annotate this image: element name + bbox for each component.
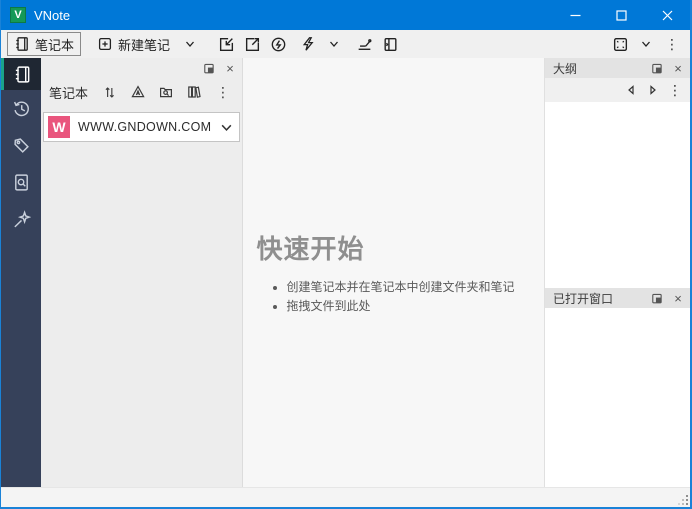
folder-search-icon[interactable] bbox=[155, 81, 177, 103]
manage-notebooks-icon[interactable] bbox=[183, 81, 205, 103]
tag-icon bbox=[12, 136, 31, 155]
notebook-icon bbox=[13, 65, 32, 84]
notebook-panel-header: × bbox=[41, 58, 242, 78]
window-title: VNote bbox=[34, 7, 71, 23]
task-icon[interactable] bbox=[352, 32, 376, 56]
nav-back-icon[interactable] bbox=[622, 81, 640, 99]
outline-content[interactable] bbox=[545, 102, 690, 288]
opened-windows-panel-title: 已打开窗口 bbox=[553, 291, 614, 306]
flash-page-dropdown-chevron-icon[interactable] bbox=[322, 32, 346, 56]
magic-wand-icon bbox=[12, 210, 31, 229]
export-icon[interactable] bbox=[240, 32, 264, 56]
float-panel-icon[interactable] bbox=[648, 290, 664, 306]
windows-dropdown-chevron-icon[interactable] bbox=[634, 32, 658, 56]
outline-panel-title: 大纲 bbox=[553, 61, 578, 76]
sidebar-item-snippets[interactable] bbox=[1, 201, 41, 238]
sidebar-item-tags[interactable] bbox=[1, 127, 41, 164]
notebook-toggle-button[interactable]: 笔记本 bbox=[7, 32, 82, 56]
nav-forward-icon[interactable] bbox=[644, 81, 662, 99]
notebook-tree-empty-area[interactable] bbox=[41, 142, 242, 487]
quick-start-item: 创建笔记本并在笔记本中创建文件夹和笔记 bbox=[287, 278, 531, 297]
vnote-window: V VNote 笔记本 新建笔记 ⋮ × 笔记本 ⋮ W WWW.GNDOWN.… bbox=[0, 0, 692, 509]
expand-view-icon[interactable] bbox=[608, 32, 632, 56]
vnote-logo-icon: V bbox=[10, 7, 26, 23]
new-note-dropdown-chevron-icon[interactable] bbox=[178, 32, 202, 56]
notebook-name: WWW.GNDOWN.COM bbox=[78, 120, 212, 134]
window-body: × 笔记本 ⋮ W WWW.GNDOWN.COM 快速开始 • 创建笔记本并在笔… bbox=[1, 58, 690, 487]
resize-grip[interactable] bbox=[677, 494, 689, 506]
side-panel-icon[interactable] bbox=[378, 32, 402, 56]
notebook-selector-chevron-icon bbox=[220, 121, 233, 134]
float-panel-icon[interactable] bbox=[648, 60, 664, 76]
close-panel-icon[interactable]: × bbox=[670, 290, 686, 306]
new-note-icon bbox=[97, 36, 113, 52]
outline-toolbar: ⋮ bbox=[545, 78, 690, 102]
notebook-panel-more-icon[interactable]: ⋮ bbox=[212, 81, 234, 103]
notebook-selector[interactable]: W WWW.GNDOWN.COM bbox=[43, 112, 240, 142]
close-button[interactable] bbox=[644, 0, 690, 30]
close-panel-icon[interactable]: × bbox=[222, 60, 238, 76]
maximize-button[interactable] bbox=[598, 0, 644, 30]
title-bar: V VNote bbox=[1, 0, 690, 30]
opened-windows-content[interactable] bbox=[545, 308, 690, 487]
new-note-button-label: 新建笔记 bbox=[118, 37, 171, 53]
opened-windows-panel-header: 已打开窗口 × bbox=[545, 288, 690, 308]
activity-bar bbox=[1, 58, 41, 487]
main-toolbar: 笔记本 新建笔记 ⋮ bbox=[1, 30, 690, 58]
scan-import-icon[interactable] bbox=[127, 81, 149, 103]
quick-start-list: 创建笔记本并在笔记本中创建文件夹和笔记 拖拽文件到此处 bbox=[257, 278, 531, 316]
status-bar bbox=[1, 487, 690, 507]
float-panel-icon[interactable] bbox=[200, 60, 216, 76]
more-menu-icon[interactable]: ⋮ bbox=[660, 32, 684, 56]
sidebar-item-search[interactable] bbox=[1, 164, 41, 201]
flash-page-icon[interactable] bbox=[296, 32, 320, 56]
right-dock-column: 大纲 × ⋮ 已打开窗口 × bbox=[544, 58, 690, 487]
quick-start-item: 拖拽文件到此处 bbox=[287, 297, 531, 316]
sidebar-item-notebooks[interactable] bbox=[1, 58, 41, 90]
sort-icon[interactable] bbox=[98, 81, 120, 103]
close-panel-icon[interactable]: × bbox=[670, 60, 686, 76]
notebook-panel-toolbar: 笔记本 ⋮ bbox=[41, 78, 242, 106]
history-icon bbox=[12, 99, 31, 118]
flash-circle-icon[interactable] bbox=[266, 32, 290, 56]
main-editor-area: 快速开始 创建笔记本并在笔记本中创建文件夹和笔记 拖拽文件到此处 bbox=[243, 58, 544, 487]
new-note-button[interactable]: 新建笔记 bbox=[91, 32, 176, 56]
notebook-button-label: 笔记本 bbox=[35, 37, 75, 53]
import-icon[interactable] bbox=[214, 32, 238, 56]
outline-more-icon[interactable]: ⋮ bbox=[666, 81, 684, 99]
notebook-panel-title: 笔记本 bbox=[49, 85, 89, 101]
sidebar-item-history[interactable] bbox=[1, 90, 41, 127]
quick-start-block: 快速开始 创建笔记本并在笔记本中创建文件夹和笔记 拖拽文件到此处 bbox=[257, 229, 531, 316]
quick-start-heading: 快速开始 bbox=[256, 233, 365, 264]
outline-panel-header: 大纲 × bbox=[545, 58, 690, 78]
notebook-icon bbox=[14, 36, 30, 52]
notebook-explorer-panel: × 笔记本 ⋮ W WWW.GNDOWN.COM bbox=[41, 58, 243, 487]
minimize-button[interactable] bbox=[552, 0, 598, 30]
notebook-badge: W bbox=[48, 116, 70, 138]
file-search-icon bbox=[12, 173, 31, 192]
